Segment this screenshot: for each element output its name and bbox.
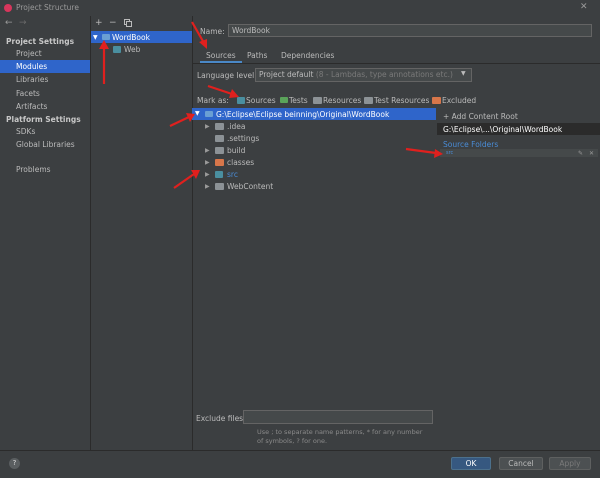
tree-item-idea[interactable]: .idea xyxy=(227,122,245,131)
module-name: WordBook xyxy=(112,33,150,42)
edit-pencil-icon[interactable]: ✎ xyxy=(578,150,583,157)
tests-folder-icon xyxy=(280,97,288,103)
exclude-files-label: Exclude files: xyxy=(196,414,246,423)
app-logo-icon xyxy=(4,4,12,12)
sidebar-item-artifacts[interactable]: Artifacts xyxy=(0,100,90,113)
add-content-root-button[interactable]: + Add Content Root xyxy=(443,112,518,121)
tabs-divider xyxy=(193,63,600,64)
sidebar-item-modules[interactable]: Modules xyxy=(0,60,90,73)
cancel-button[interactable]: Cancel xyxy=(499,457,543,470)
source-folder-icon xyxy=(215,171,223,178)
sidebar-item-libraries[interactable]: Libraries xyxy=(0,73,90,86)
tree-item-classes[interactable]: classes xyxy=(227,158,254,167)
expand-arrow-icon[interactable]: ▶ xyxy=(205,147,210,154)
tree-item-webcontent[interactable]: WebContent xyxy=(227,182,273,191)
language-level-label: Language level: xyxy=(197,71,257,80)
excluded-folder-icon xyxy=(215,159,224,166)
expand-arrow-icon[interactable]: ▶ xyxy=(205,171,210,178)
folder-icon xyxy=(215,123,224,130)
annotation-arrow-icon xyxy=(169,113,195,127)
apply-button[interactable]: Apply xyxy=(549,457,591,470)
remove-source-icon[interactable]: ✕ xyxy=(589,150,594,157)
platform-settings-heading: Platform Settings xyxy=(6,115,81,124)
ok-button[interactable]: OK xyxy=(451,457,491,470)
project-settings-heading: Project Settings xyxy=(6,37,75,46)
resources-folder-icon xyxy=(313,97,322,104)
window-title: Project Structure xyxy=(16,3,79,12)
mark-as-resources-button[interactable]: Resources xyxy=(323,96,361,105)
copy-icon[interactable] xyxy=(124,19,132,27)
annotation-arrow-icon xyxy=(207,84,239,98)
module-name-field[interactable]: WordBook xyxy=(228,24,592,37)
excluded-folder-icon xyxy=(432,97,441,104)
folder-icon xyxy=(215,147,224,154)
test-resources-folder-icon xyxy=(364,97,373,104)
language-level-select[interactable]: Project default (8 - Lambdas, type annot… xyxy=(255,68,472,82)
content-root-path: G:\Eclipse\Eclipse beinning\Original\Wor… xyxy=(216,110,390,119)
annotation-arrow-icon xyxy=(405,147,443,158)
source-folder-entry: src xyxy=(446,150,454,156)
annotation-arrow-icon xyxy=(99,40,109,84)
sidebar-item-facets[interactable]: Facets xyxy=(0,87,90,100)
source-folder-row[interactable] xyxy=(440,149,598,157)
close-icon[interactable]: ✕ xyxy=(580,2,588,12)
expand-arrow-icon[interactable]: ▶ xyxy=(205,123,210,130)
expand-arrow-icon[interactable]: ▶ xyxy=(205,183,210,190)
content-root-folder-icon xyxy=(205,111,213,117)
settings-sidebar: ← → Project Settings Project Modules Lib… xyxy=(0,16,90,450)
folder-icon xyxy=(215,183,224,190)
back-arrow-icon[interactable]: ← xyxy=(5,18,13,28)
mark-as-test-resources-button[interactable]: Test Resources xyxy=(374,96,429,105)
mark-as-excluded-button[interactable]: Excluded xyxy=(442,96,476,105)
content-root-short-path: G:\Eclipse\...\Original\WordBook xyxy=(443,125,563,134)
language-level-value: Project default xyxy=(259,70,314,79)
sidebar-item-project[interactable]: Project xyxy=(0,47,90,60)
folder-icon xyxy=(215,135,224,142)
forward-arrow-icon[interactable]: → xyxy=(19,18,27,28)
expand-arrow-icon[interactable]: ▶ xyxy=(205,159,210,166)
expand-arrow-icon[interactable]: ▼ xyxy=(93,34,98,41)
tab-paths[interactable]: Paths xyxy=(241,49,273,63)
tree-item-settings[interactable]: .settings xyxy=(227,134,259,143)
chevron-down-icon[interactable]: ▼ xyxy=(461,70,466,77)
mark-as-tests-button[interactable]: Tests xyxy=(289,96,308,105)
web-facet-label[interactable]: Web xyxy=(124,45,140,54)
sidebar-item-sdks[interactable]: SDKs xyxy=(0,125,90,138)
tree-item-build[interactable]: build xyxy=(227,146,245,155)
sidebar-item-problems[interactable]: Problems xyxy=(0,163,90,176)
title-bar xyxy=(0,0,600,16)
web-facet-icon xyxy=(113,46,121,53)
help-button[interactable]: ? xyxy=(9,458,20,469)
mark-as-sources-button[interactable]: Sources xyxy=(246,96,276,105)
remove-module-button[interactable]: − xyxy=(109,18,117,28)
annotation-arrow-icon xyxy=(191,21,207,49)
source-folders-heading: Source Folders xyxy=(443,140,499,149)
tree-item-src[interactable]: src xyxy=(227,170,238,179)
tab-sources[interactable]: Sources xyxy=(200,49,242,63)
language-level-hint: (8 - Lambdas, type annotations etc.) xyxy=(315,70,453,79)
add-module-button[interactable]: + xyxy=(95,18,103,28)
tab-dependencies[interactable]: Dependencies xyxy=(275,49,340,63)
exclude-files-hint: Use ; to separate name patterns, * for a… xyxy=(257,428,423,445)
annotation-arrow-icon xyxy=(173,170,200,189)
sidebar-item-global-libraries[interactable]: Global Libraries xyxy=(0,138,90,151)
exclude-files-input[interactable] xyxy=(243,410,433,424)
modules-divider xyxy=(192,16,193,450)
